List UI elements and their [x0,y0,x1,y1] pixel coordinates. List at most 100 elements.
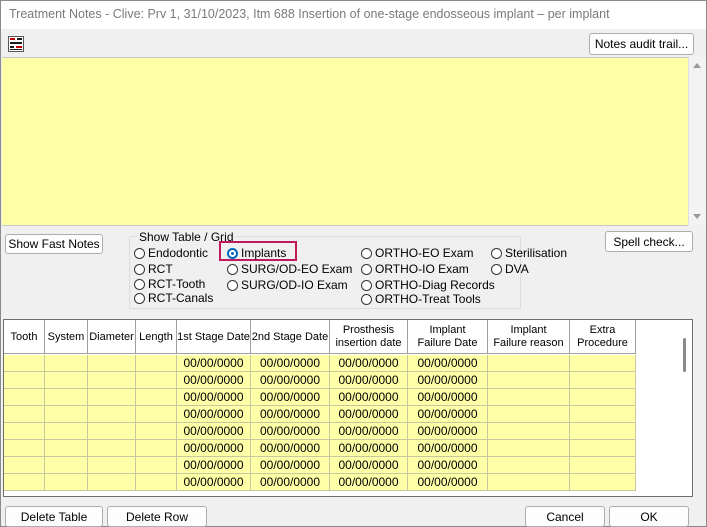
delete-table-button[interactable]: Delete Table [5,506,103,527]
grid-cell[interactable] [488,372,570,389]
grid-cell[interactable] [88,474,136,491]
radio-button-icon[interactable] [361,247,372,259]
grid-scrollbar[interactable] [678,320,692,496]
radio-rct-tooth[interactable]: RCT-Tooth [134,277,205,291]
grid-cell[interactable]: 00/00/0000 [177,406,251,423]
grid-cell[interactable] [488,389,570,406]
grid-cell[interactable]: 00/00/0000 [408,440,488,457]
grid-cell[interactable] [488,423,570,440]
grid-cell[interactable] [570,440,636,457]
delete-row-button[interactable]: Delete Row [107,506,207,527]
grid-cell[interactable] [136,440,177,457]
radio-button-icon[interactable] [227,263,238,275]
grid-cell[interactable] [45,389,88,406]
grid-scroll-thumb[interactable] [683,338,686,372]
grid-cell[interactable]: 00/00/0000 [177,423,251,440]
table-row[interactable]: 00/00/0000 00/00/0000 00/00/0000 00/00/0000 [4,423,636,440]
notes-audit-trail-button[interactable]: Notes audit trail... [589,33,694,55]
grid-cell[interactable]: 00/00/0000 [251,440,330,457]
grid-cell[interactable]: 00/00/0000 [408,423,488,440]
grid-cell[interactable] [88,372,136,389]
column-header[interactable]: Implant Failure reason [488,320,570,354]
grid-cell[interactable] [488,474,570,491]
grid-cell[interactable]: 00/00/0000 [330,372,408,389]
grid-cell[interactable]: 00/00/0000 [177,474,251,491]
grid-cell[interactable] [488,440,570,457]
grid-cell[interactable]: 00/00/0000 [330,457,408,474]
radio-sterilisation[interactable]: Sterilisation [491,246,567,260]
radio-surg-od-eo-exam[interactable]: SURG/OD-EO Exam [227,262,352,276]
radio-ortho-io-exam[interactable]: ORTHO-IO Exam [361,262,469,276]
radio-rct[interactable]: RCT [134,262,173,276]
column-header[interactable]: System [45,320,88,354]
grid-cell[interactable]: 00/00/0000 [177,457,251,474]
grid-cell[interactable] [45,372,88,389]
grid-cell[interactable] [4,406,45,423]
grid-cell[interactable] [570,474,636,491]
grid-cell[interactable]: 00/00/0000 [330,440,408,457]
radio-button-icon[interactable] [227,279,238,291]
grid-cell[interactable] [570,406,636,423]
table-row[interactable]: 00/00/0000 00/00/0000 00/00/0000 00/00/0000 [4,440,636,457]
grid-cell[interactable]: 00/00/0000 [330,423,408,440]
grid-cell[interactable] [4,457,45,474]
radio-button-icon[interactable] [134,263,145,275]
grid-cell[interactable] [136,457,177,474]
grid-cell[interactable]: 00/00/0000 [408,372,488,389]
radio-endodontic[interactable]: Endodontic [134,246,208,260]
grid-cell[interactable] [45,474,88,491]
radio-button-icon[interactable] [361,263,372,275]
table-row[interactable]: 00/00/0000 00/00/0000 00/00/0000 00/00/0000 [4,474,636,491]
grid-cell[interactable] [136,355,177,372]
grid-cell[interactable] [4,423,45,440]
grid-cell[interactable] [570,457,636,474]
grid-cell[interactable] [45,423,88,440]
grid-cell[interactable] [88,457,136,474]
radio-ortho-diag-records[interactable]: ORTHO-Diag Records [361,278,495,292]
grid-cell[interactable]: 00/00/0000 [251,423,330,440]
grid-cell[interactable]: 00/00/0000 [251,355,330,372]
grid-cell[interactable] [45,440,88,457]
spell-check-icon[interactable] [8,36,24,52]
grid-cell[interactable] [4,440,45,457]
grid-cell[interactable] [488,457,570,474]
radio-button-selected-icon[interactable] [227,247,238,259]
grid-cell[interactable] [88,355,136,372]
grid-cell[interactable] [570,423,636,440]
radio-dva[interactable]: DVA [491,262,529,276]
radio-button-icon[interactable] [491,247,502,259]
grid-cell[interactable] [45,457,88,474]
grid-cell[interactable]: 00/00/0000 [330,389,408,406]
column-header[interactable]: Tooth [4,320,45,354]
grid-cell[interactable]: 00/00/0000 [408,389,488,406]
grid-cell[interactable]: 00/00/0000 [251,389,330,406]
radio-button-icon[interactable] [491,263,502,275]
grid-cell[interactable] [4,389,45,406]
radio-button-icon[interactable] [134,247,145,259]
grid-cell[interactable]: 00/00/0000 [251,372,330,389]
table-row[interactable]: 00/00/0000 00/00/0000 00/00/0000 00/00/0000 [4,355,636,372]
grid-cell[interactable] [136,389,177,406]
show-fast-notes-button[interactable]: Show Fast Notes [5,234,103,254]
grid-cell[interactable] [45,406,88,423]
grid-cell[interactable]: 00/00/0000 [177,372,251,389]
grid-cell[interactable] [488,355,570,372]
table-row[interactable]: 00/00/0000 00/00/0000 00/00/0000 00/00/0000 [4,457,636,474]
grid-cell[interactable] [570,389,636,406]
ok-button[interactable]: OK [609,506,689,527]
scroll-up-arrow-icon[interactable] [693,63,701,68]
grid-cell[interactable] [88,389,136,406]
table-row[interactable]: 00/00/0000 00/00/0000 00/00/0000 00/00/0000 [4,406,636,423]
grid-cell[interactable]: 00/00/0000 [330,474,408,491]
radio-surg-od-io-exam[interactable]: SURG/OD-IO Exam [227,278,348,292]
column-header[interactable]: Length [136,320,177,354]
grid-cell[interactable] [136,372,177,389]
cancel-button[interactable]: Cancel [525,506,605,527]
radio-button-icon[interactable] [361,279,372,291]
grid-cell[interactable] [4,355,45,372]
radio-ortho-eo-exam[interactable]: ORTHO-EO Exam [361,246,473,260]
grid-cell[interactable] [88,423,136,440]
scroll-down-arrow-icon[interactable] [693,214,701,219]
grid-cell[interactable]: 00/00/0000 [330,406,408,423]
grid-cell[interactable]: 00/00/0000 [330,355,408,372]
